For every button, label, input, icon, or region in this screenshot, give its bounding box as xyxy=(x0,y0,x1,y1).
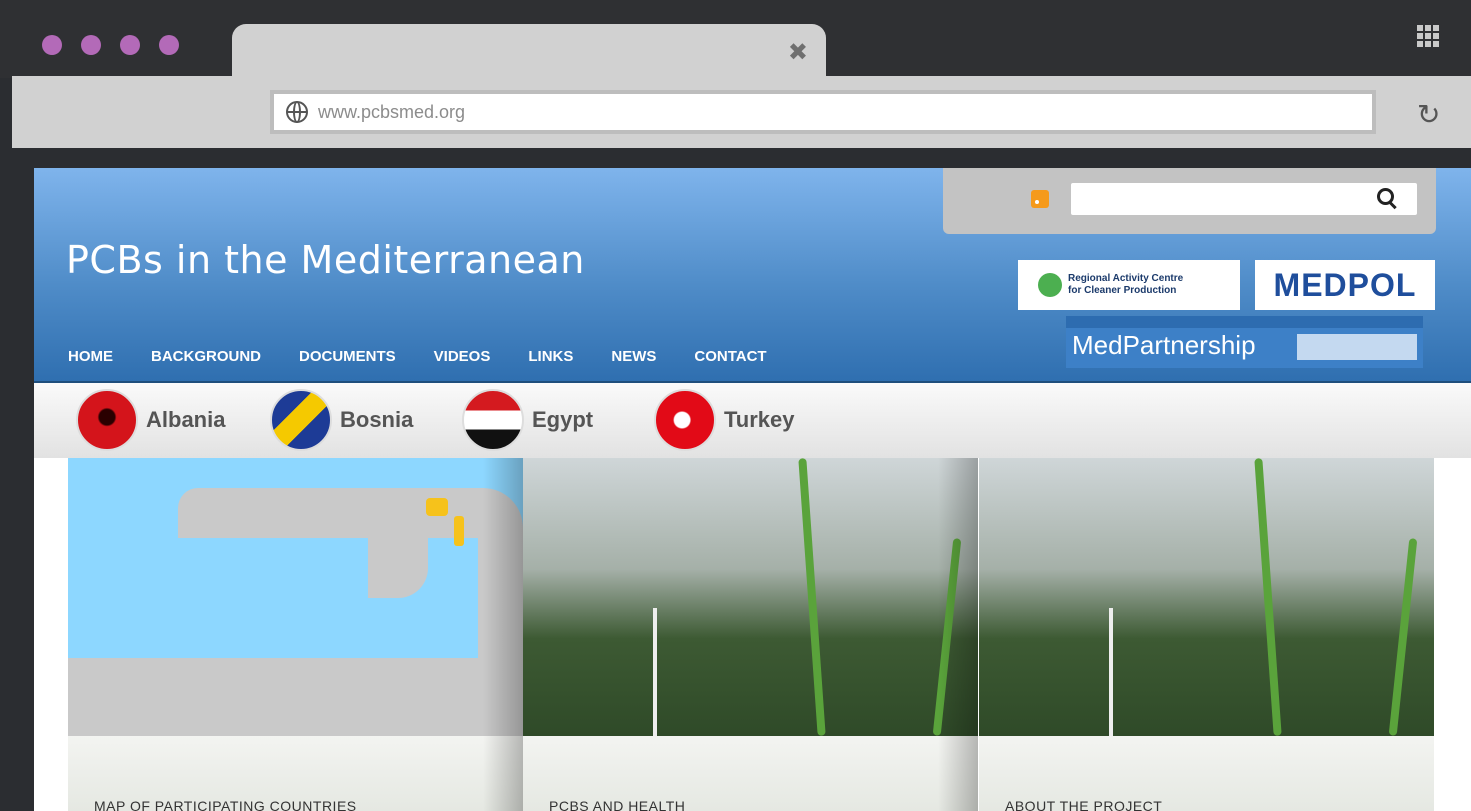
wind-turbine-photo xyxy=(979,458,1434,736)
rac-cp-logo[interactable]: Regional Activity Centre for Cleaner Pro… xyxy=(1018,260,1240,310)
nav-contact[interactable]: CONTACT xyxy=(694,348,766,365)
medpartnership-logo-text: MedPartnership xyxy=(1072,330,1256,360)
globe-icon xyxy=(286,101,308,123)
url-bar[interactable]: www.pcbsmed.org xyxy=(270,90,1376,134)
window-dot[interactable] xyxy=(42,35,62,55)
rac-logo-line2: for Cleaner Production xyxy=(1068,285,1177,296)
albania-flag-icon xyxy=(76,389,138,451)
egypt-flag-icon xyxy=(462,389,524,451)
page-viewport: PCBs in the Mediterranean HOME BACKGROUN… xyxy=(34,168,1471,811)
main-nav: HOME BACKGROUND DOCUMENTS VIDEOS LINKS N… xyxy=(68,348,767,365)
window-controls xyxy=(42,35,179,55)
nav-home[interactable]: HOME xyxy=(68,348,113,365)
medpartnership-logo[interactable]: MedPartnership xyxy=(1066,316,1423,368)
country-albania[interactable]: Albania xyxy=(76,389,225,451)
country-label: Albania xyxy=(146,407,226,432)
rac-logo-line1: Regional Activity Centre xyxy=(1068,273,1184,284)
card-title: MAP OF PARTICIPATING COUNTRIES xyxy=(94,798,357,811)
partner-badges-icon xyxy=(1297,334,1417,360)
rss-icon[interactable] xyxy=(1031,190,1049,208)
close-tab-icon[interactable]: ✖ xyxy=(788,38,808,66)
window-dot[interactable] xyxy=(159,35,179,55)
browser-titlebar: ✖ xyxy=(0,0,1471,80)
wind-turbine-photo xyxy=(523,458,978,736)
country-turkey[interactable]: Turkey xyxy=(654,389,795,451)
browser-tab[interactable]: ✖ xyxy=(232,24,826,80)
card-about[interactable]: ABOUT THE PROJECT xyxy=(979,458,1434,811)
nav-background[interactable]: BACKGROUND xyxy=(151,348,261,365)
nav-videos[interactable]: VIDEOS xyxy=(434,348,491,365)
nav-documents[interactable]: DOCUMENTS xyxy=(299,348,396,365)
card-title: ABOUT THE PROJECT xyxy=(1005,798,1163,811)
url-text[interactable]: www.pcbsmed.org xyxy=(318,102,465,123)
country-egypt[interactable]: Egypt xyxy=(462,389,593,451)
card-title: PCBS AND HEALTH xyxy=(549,798,686,811)
turkey-flag-icon xyxy=(654,389,716,451)
rac-emblem-icon xyxy=(1038,273,1062,297)
search-panel xyxy=(943,168,1436,234)
nav-links[interactable]: LINKS xyxy=(528,348,573,365)
map-image xyxy=(68,458,523,736)
apps-grid-icon[interactable] xyxy=(1417,25,1439,47)
country-label: Bosnia xyxy=(340,407,414,432)
feature-cards: MAP OF PARTICIPATING COUNTRIES PCBS AND … xyxy=(68,458,1434,811)
country-label: Turkey xyxy=(724,407,795,432)
country-label: Egypt xyxy=(532,407,594,432)
medpol-logo[interactable]: MEDPOL xyxy=(1255,260,1435,310)
card-map[interactable]: MAP OF PARTICIPATING COUNTRIES xyxy=(68,458,523,811)
card-health[interactable]: PCBS AND HEALTH xyxy=(523,458,978,811)
search-icon[interactable] xyxy=(1377,188,1399,210)
nav-news[interactable]: NEWS xyxy=(611,348,656,365)
country-bosnia[interactable]: Bosnia xyxy=(270,389,413,451)
site-header: PCBs in the Mediterranean HOME BACKGROUN… xyxy=(34,168,1471,381)
reload-icon[interactable]: ↻ xyxy=(1417,98,1440,131)
browser-frame-edge xyxy=(12,148,34,811)
search-input[interactable] xyxy=(1071,183,1417,215)
site-title[interactable]: PCBs in the Mediterranean xyxy=(66,238,585,282)
window-dot[interactable] xyxy=(120,35,140,55)
address-bar-row: www.pcbsmed.org ↻ xyxy=(12,76,1471,148)
window-dot[interactable] xyxy=(81,35,101,55)
bosnia-flag-icon xyxy=(270,389,332,451)
country-bar: Albania Bosnia Egypt Turkey xyxy=(34,381,1471,458)
